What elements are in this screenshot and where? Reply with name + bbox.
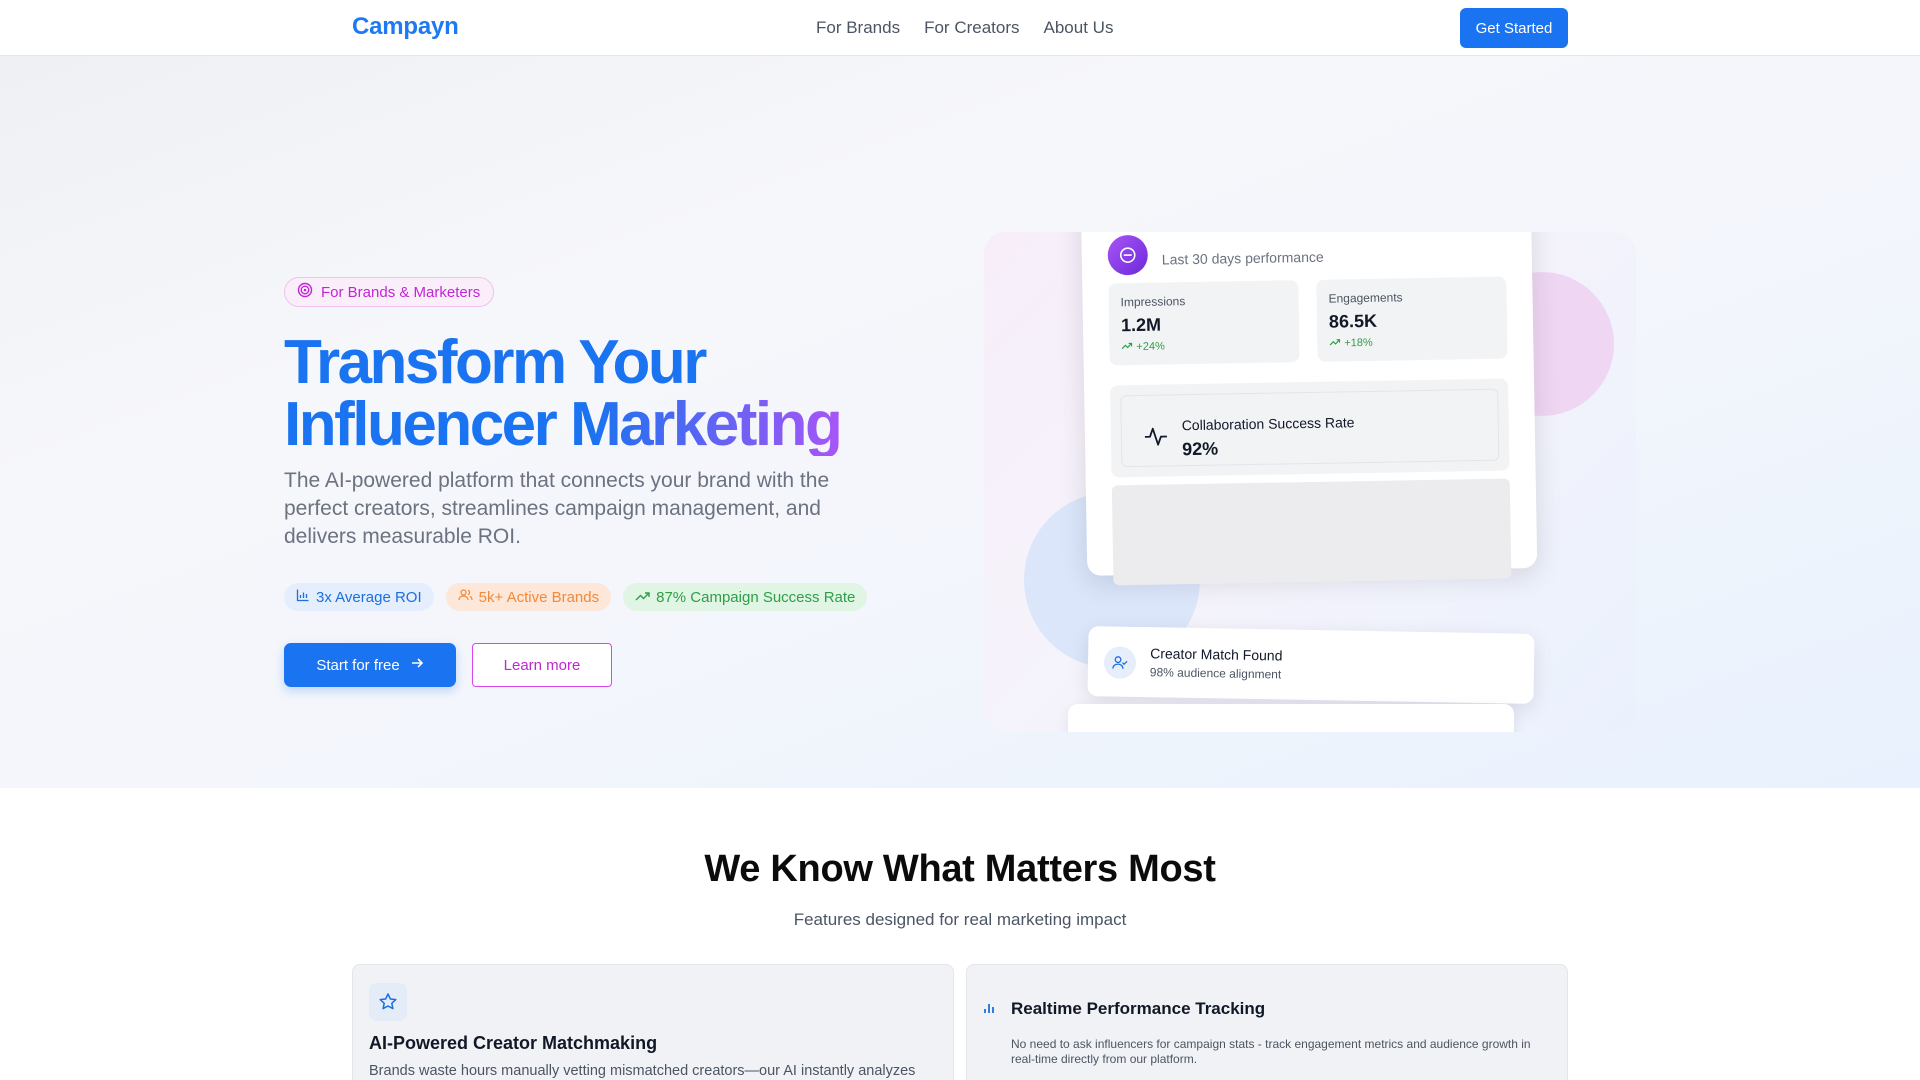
feature-description: No need to ask influencers for campaign … <box>1011 1037 1531 1066</box>
trending-up-icon <box>1121 341 1133 353</box>
collaboration-value: 92% <box>1181 438 1219 460</box>
bar-chart-icon <box>983 1001 997 1020</box>
stat-label: 3x Average ROI <box>316 588 422 606</box>
bar-chart-icon <box>296 588 310 606</box>
match-subtitle: 98% audience alignment <box>1149 665 1282 682</box>
creator-match-card: Creator Match Found 98% audience alignme… <box>1087 626 1535 704</box>
chart-placeholder <box>1111 478 1512 586</box>
hero-title-line-2: Influencer Marketing <box>284 390 843 459</box>
stats-row: 3x Average ROI 5k+ Active Brands 87% Cam… <box>284 583 868 611</box>
hero-title-line-1: Transform Your <box>284 328 707 397</box>
campaign-overview-card: Last 30 days performance Impressions 1.2… <box>1080 232 1538 586</box>
stat-label: 5k+ Active Brands <box>478 588 600 606</box>
logo[interactable]: Campayn <box>352 13 459 41</box>
campaign-avatar-icon <box>1107 234 1149 276</box>
nav-link-for-brands[interactable]: For Brands <box>816 18 900 38</box>
metric-value: 86.5K <box>1328 310 1378 332</box>
top-nav: Campayn For Brands For Creators About Us… <box>0 0 1920 56</box>
stat-label: 87% Campaign Success Rate <box>656 588 856 606</box>
collaboration-success-panel: Collaboration Success Rate 92% <box>1110 378 1510 478</box>
stat-active-brands: 5k+ Active Brands <box>445 583 612 611</box>
get-started-button[interactable]: Get Started <box>1460 8 1568 48</box>
metric-change-value: +18% <box>1344 336 1373 350</box>
feature-card-performance-tracking: Realtime Performance Tracking No need to… <box>966 964 1568 1080</box>
hero-title: Transform Your Influencer Marketing <box>284 332 843 459</box>
metric-engagements: Engagements 86.5K +18% <box>1316 276 1508 362</box>
match-title: Creator Match Found <box>1150 645 1283 664</box>
stat-average-roi: 3x Average ROI <box>284 583 434 611</box>
dashboard-preview: Last 30 days performance Impressions 1.2… <box>984 232 1636 732</box>
metric-label: Impressions <box>1120 294 1186 310</box>
collaboration-label: Collaboration Success Rate <box>1181 414 1355 434</box>
nav-links: For Brands For Creators About Us <box>816 18 1113 38</box>
feature-title: AI-Powered Creator Matchmaking <box>369 1033 658 1053</box>
feature-card-matchmaking: AI-Powered Creator Matchmaking Brands wa… <box>352 964 954 1080</box>
trending-up-icon <box>1329 337 1341 349</box>
audience-badge: For Brands & Marketers <box>284 277 495 307</box>
trending-up-icon <box>635 589 650 606</box>
hero-description: The AI-powered platform that connects yo… <box>284 469 830 548</box>
star-icon <box>369 983 407 1021</box>
arrow-right-icon <box>410 656 424 674</box>
start-for-free-label: Start for free <box>316 656 400 674</box>
metric-change: +24% <box>1121 338 1287 353</box>
feature-description: Brands waste hours manually vetting mism… <box>369 1063 916 1079</box>
metric-impressions: Impressions 1.2M +24% <box>1108 280 1300 366</box>
nav-link-about-us[interactable]: About Us <box>1044 18 1114 38</box>
learn-more-button[interactable]: Learn more <box>472 643 612 687</box>
nav-link-for-creators[interactable]: For Creators <box>924 18 1019 38</box>
metric-change-value: +24% <box>1136 340 1165 354</box>
stat-campaign-success: 87% Campaign Success Rate <box>623 583 868 611</box>
users-icon <box>458 588 473 606</box>
features-subtitle: Features designed for real marketing imp… <box>793 910 1127 929</box>
feature-title: Realtime Performance Tracking <box>1011 999 1266 1018</box>
card-subtitle: Last 30 days performance <box>1161 248 1324 268</box>
features-title: We Know What Matters Most <box>704 848 1216 890</box>
activity-icon <box>1144 425 1168 452</box>
target-icon <box>297 282 313 303</box>
metric-label: Engagements <box>1328 290 1403 306</box>
badge-label: For Brands & Marketers <box>321 283 481 301</box>
metric-value: 1.2M <box>1120 314 1162 336</box>
collaboration-success-inner: Collaboration Success Rate 92% <box>1120 388 1500 468</box>
user-check-icon <box>1103 646 1137 679</box>
metric-change: +18% <box>1329 335 1495 350</box>
hero-section: For Brands & Marketers Transform Your In… <box>0 56 1920 788</box>
roi-card <box>1068 704 1514 732</box>
start-for-free-button[interactable]: Start for free <box>284 643 456 687</box>
